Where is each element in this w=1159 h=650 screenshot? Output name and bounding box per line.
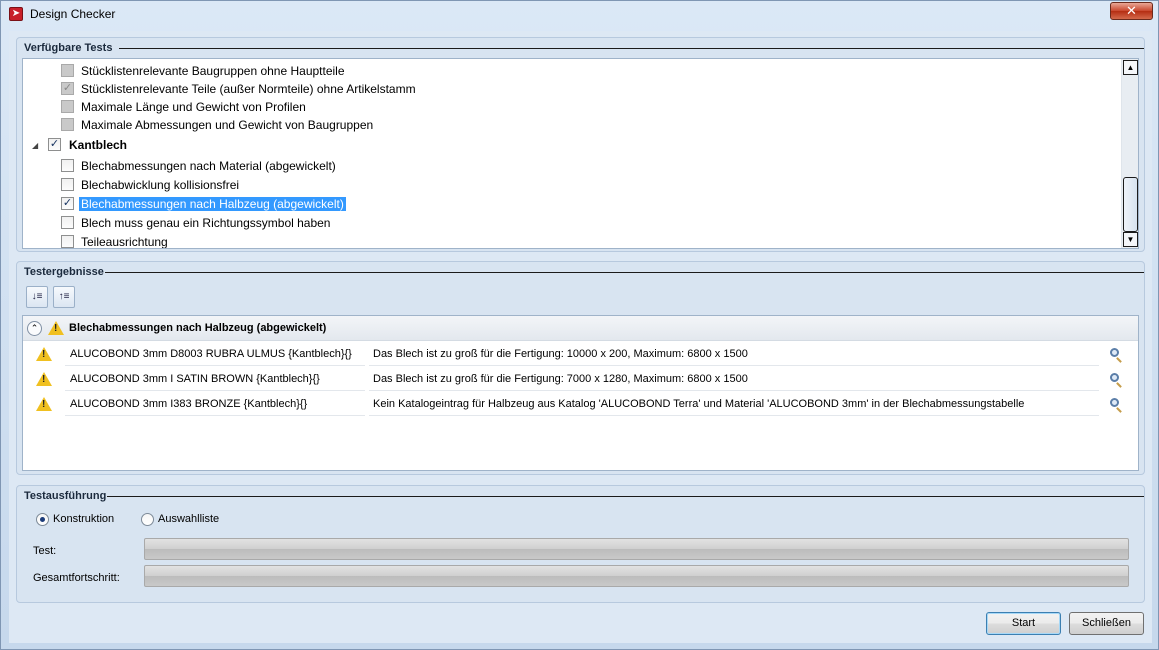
magnifier-icon[interactable]	[1110, 373, 1119, 382]
test-checkbox[interactable]	[61, 178, 74, 191]
window-title: Design Checker	[30, 7, 116, 21]
row-divider	[369, 415, 1099, 416]
tree-item-label: Blechabmessungen nach Material (abgewick…	[81, 159, 336, 173]
auswahlliste-radio[interactable]	[141, 513, 154, 526]
tree-item-label: Blech muss genau ein Richtungssymbol hab…	[81, 216, 331, 230]
overall-progress-label: Gesamtfortschritt:	[33, 572, 120, 584]
part-cell: ALUCOBOND 3mm I383 BRONZE {Kantblech}{}	[70, 398, 308, 410]
close-dialog-button[interactable]: Schließen	[1069, 612, 1144, 635]
available-tests-title: Verfügbare Tests	[24, 42, 113, 54]
auswahlliste-label[interactable]: Auswahlliste	[158, 513, 219, 525]
message-cell: Das Blech ist zu groß für die Fertigung:…	[373, 348, 748, 360]
test-checkbox[interactable]	[61, 216, 74, 229]
magnifier-icon[interactable]	[1110, 348, 1119, 357]
group-divider	[119, 48, 1144, 49]
group-divider	[107, 496, 1144, 497]
results-group-title: Blechabmessungen nach Halbzeug (abgewick…	[69, 322, 327, 334]
tree-item-label: Stücklistenrelevante Baugruppen ohne Hau…	[81, 64, 345, 78]
magnifier-icon[interactable]	[1110, 398, 1119, 407]
sort-ascending-button[interactable]: ↑≡	[53, 286, 75, 308]
table-row[interactable]: ALUCOBOND 3mm D8003 RUBRA ULMUS {Kantble…	[23, 341, 1138, 366]
test-checkbox[interactable]	[61, 64, 74, 77]
warning-icon	[48, 321, 64, 335]
results-group-header[interactable]: ⌃ Blechabmessungen nach Halbzeug (abgewi…	[23, 316, 1138, 341]
warning-icon	[36, 347, 52, 361]
sort-descending-button[interactable]: ↓≡	[26, 286, 48, 308]
group-divider	[105, 272, 1144, 273]
tree-item-label: Stücklistenrelevante Teile (außer Normte…	[81, 82, 416, 96]
test-checkbox[interactable]: ✓	[61, 197, 74, 210]
app-logo-icon: ➤	[9, 7, 23, 21]
test-progress-bar	[144, 538, 1129, 560]
test-execution-title: Testausführung	[24, 490, 107, 502]
part-cell: ALUCOBOND 3mm I SATIN BROWN {Kantblech}{…	[70, 373, 320, 385]
tree-item-label: Blechabmessungen nach Halbzeug (abgewick…	[79, 197, 346, 211]
tree-item-label: Blechabwicklung kollisionsfrei	[81, 178, 240, 192]
test-results-group: Testergebnisse ↓≡ ↑≡ ⌃ Blechabmessungen …	[16, 261, 1145, 475]
tree-group-label: Kantblech	[69, 138, 128, 152]
start-button[interactable]: Start	[986, 612, 1061, 635]
title-bar: ➤ Design Checker ✕	[1, 1, 1158, 27]
message-cell: Kein Katalogeintrag für Halbzeug aus Kat…	[373, 398, 1025, 410]
part-cell: ALUCOBOND 3mm D8003 RUBRA ULMUS {Kantble…	[70, 348, 352, 360]
scroll-up-button[interactable]: ▲	[1123, 60, 1138, 75]
konstruktion-label[interactable]: Konstruktion	[53, 513, 114, 525]
scroll-thumb[interactable]	[1123, 177, 1138, 232]
vertical-scrollbar[interactable]: ▲ ▼	[1121, 59, 1138, 248]
design-checker-window: ➤ Design Checker ✕ Verfügbare Tests Stüc…	[0, 0, 1159, 650]
tree-item-label: Maximale Länge und Gewicht von Profilen	[81, 100, 306, 114]
scroll-down-button[interactable]: ▼	[1123, 232, 1138, 247]
row-divider	[65, 415, 365, 416]
tests-tree[interactable]: Stücklistenrelevante Baugruppen ohne Hau…	[22, 58, 1139, 249]
group-checkbox[interactable]: ✓	[48, 138, 61, 151]
test-execution-group: Testausführung Konstruktion Auswahlliste…	[16, 485, 1145, 603]
message-cell: Das Blech ist zu groß für die Fertigung:…	[373, 373, 748, 385]
test-checkbox[interactable]	[61, 100, 74, 113]
tree-item-label: Teileausrichtung	[81, 235, 168, 249]
test-checkbox[interactable]	[61, 118, 74, 131]
table-row[interactable]: ALUCOBOND 3mm I SATIN BROWN {Kantblech}{…	[23, 366, 1138, 391]
table-row[interactable]: ALUCOBOND 3mm I383 BRONZE {Kantblech}{} …	[23, 391, 1138, 416]
overall-progress-bar	[144, 565, 1129, 587]
warning-icon	[36, 372, 52, 386]
tree-item-label: Maximale Abmessungen und Gewicht von Bau…	[81, 118, 374, 132]
warning-icon	[36, 397, 52, 411]
expand-triangle-icon[interactable]: ◢	[32, 141, 38, 150]
test-checkbox[interactable]	[61, 235, 74, 248]
test-progress-label: Test:	[33, 545, 57, 557]
results-list: ⌃ Blechabmessungen nach Halbzeug (abgewi…	[22, 315, 1139, 471]
test-checkbox[interactable]	[61, 159, 74, 172]
konstruktion-radio[interactable]	[36, 513, 49, 526]
tree-group-kantblech[interactable]: ◢ ✓ Kantblech	[23, 136, 323, 154]
available-tests-group: Verfügbare Tests Stücklistenrelevante Ba…	[16, 37, 1145, 252]
window-close-button[interactable]: ✕	[1110, 2, 1153, 20]
dialog-client: Verfügbare Tests Stücklistenrelevante Ba…	[9, 31, 1152, 643]
collapse-icon[interactable]: ⌃	[27, 321, 42, 336]
test-checkbox[interactable]: ✓	[61, 82, 74, 95]
test-results-title: Testergebnisse	[24, 266, 104, 278]
